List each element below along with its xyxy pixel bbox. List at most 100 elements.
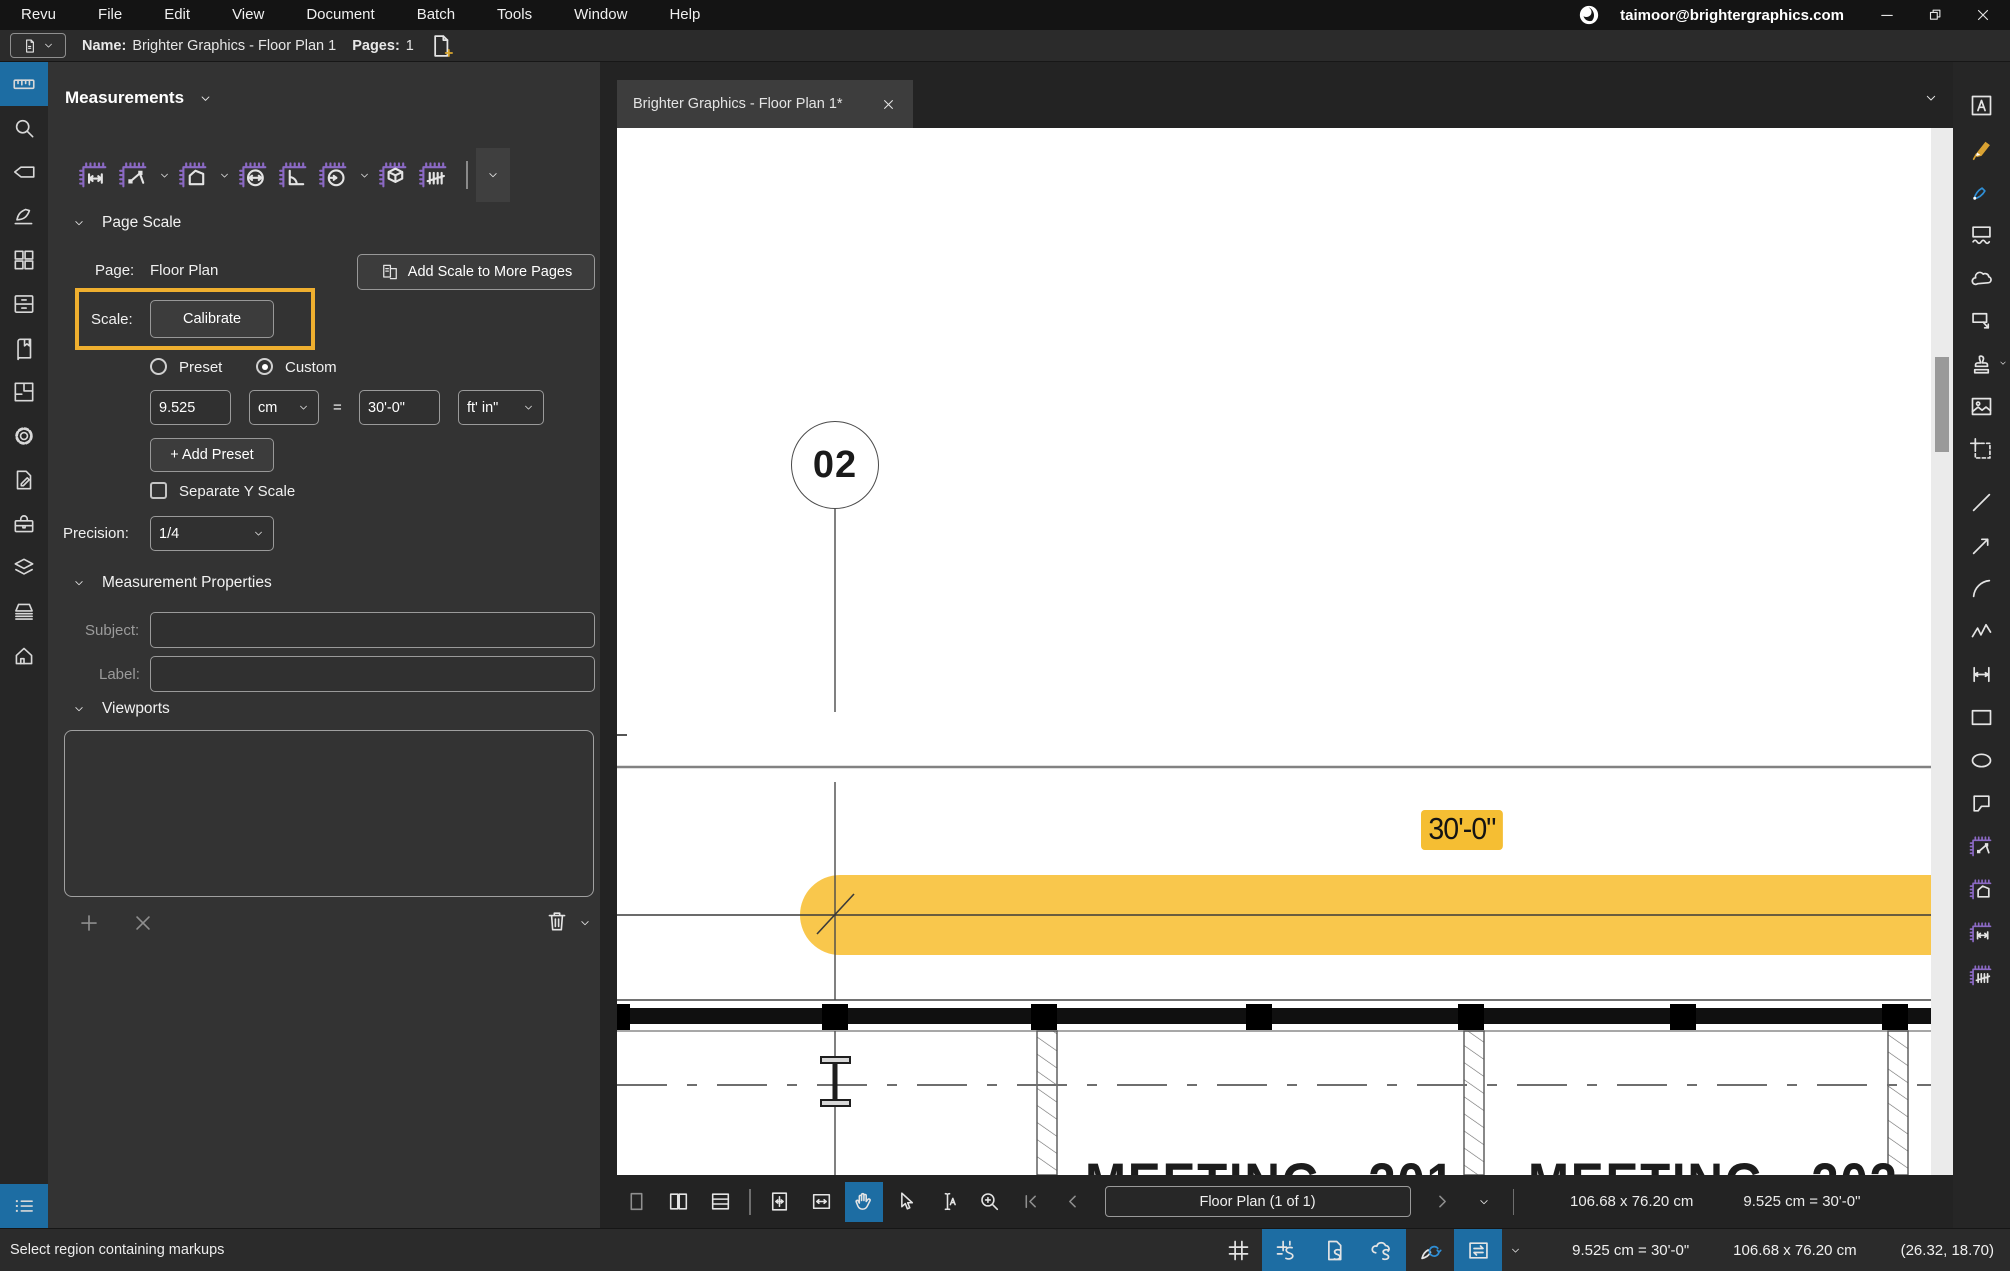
document-tab[interactable]: Brighter Graphics - Floor Plan 1* — [617, 80, 913, 128]
radius-dropdown[interactable] — [354, 155, 374, 195]
angle-tool-button[interactable] — [274, 155, 314, 195]
add-viewport-icon[interactable] — [76, 910, 102, 936]
dimension-tool[interactable] — [1953, 653, 2010, 696]
menu-edit[interactable]: Edit — [143, 0, 211, 30]
line-tool[interactable] — [1953, 481, 2010, 524]
sidebar-item-toolbox[interactable] — [0, 502, 48, 546]
snapshot-tool[interactable] — [1953, 428, 2010, 471]
sidebar-item-thumbnails[interactable] — [0, 238, 48, 282]
perimeter-measure-tool[interactable] — [1953, 825, 2010, 868]
radius-tool-button[interactable] — [314, 155, 354, 195]
diameter-tool-button[interactable] — [234, 155, 274, 195]
previous-page-button[interactable] — [1055, 1182, 1093, 1222]
calibrate-button[interactable]: Calibrate — [150, 300, 274, 338]
callout-tool[interactable] — [1953, 299, 2010, 342]
sidebar-item-bookmarks[interactable] — [0, 326, 48, 370]
sidebar-item-sets[interactable] — [0, 590, 48, 634]
pan-button[interactable] — [845, 1182, 883, 1222]
area-measure-tool[interactable] — [1953, 868, 2010, 911]
label-input[interactable] — [150, 656, 595, 692]
scrollbar-thumb[interactable] — [1935, 357, 1949, 452]
snap-to-grid-toggle[interactable] — [1262, 1229, 1310, 1271]
menu-batch[interactable]: Batch — [396, 0, 476, 30]
sidebar-item-measurements[interactable] — [0, 62, 48, 106]
arc-tool[interactable] — [1953, 567, 2010, 610]
measurement-properties-section-header[interactable]: Measurement Properties — [72, 574, 272, 592]
sidebar-item-search[interactable] — [0, 106, 48, 150]
minimize-button[interactable] — [1878, 6, 1896, 24]
trash-icon[interactable] — [544, 908, 570, 934]
fit-width-button[interactable] — [803, 1182, 841, 1222]
volume-tool-button[interactable] — [374, 155, 414, 195]
viewports-section-header[interactable]: Viewports — [72, 700, 170, 718]
drawing-canvas[interactable]: 02 30'-0" MEETING 201 MEETING 202 — [617, 128, 1931, 1175]
polylength-tool-button[interactable] — [114, 155, 154, 195]
precision-dropdown[interactable]: 1/4 — [150, 516, 274, 551]
arrow-tool[interactable] — [1953, 524, 2010, 567]
polyline-tool[interactable] — [1953, 610, 2010, 653]
document-menu-button[interactable] — [10, 33, 66, 58]
next-page-button[interactable] — [1423, 1182, 1461, 1222]
menu-file[interactable]: File — [77, 0, 143, 30]
sidebar-item-tool-chest[interactable] — [0, 282, 48, 326]
split-view-button[interactable] — [701, 1182, 739, 1222]
count-measure-tool[interactable] — [1953, 954, 2010, 997]
area-tool-button[interactable] — [174, 155, 214, 195]
pen-tool[interactable] — [1953, 170, 2010, 213]
select-text-button[interactable] — [929, 1182, 967, 1222]
account-email[interactable]: taimoor@brightergraphics.com — [1620, 7, 1844, 24]
reuse-markup-tools-toggle[interactable] — [1406, 1229, 1454, 1271]
unit-to-dropdown[interactable]: ft' in" — [458, 390, 544, 425]
add-preset-button[interactable]: + Add Preset — [150, 438, 274, 472]
tab-close-icon[interactable] — [880, 96, 897, 113]
snap-to-document-toggle[interactable] — [1310, 1229, 1358, 1271]
stamp-tool[interactable] — [1953, 342, 2010, 385]
sidebar-item-markup-list-bottom[interactable] — [0, 1184, 48, 1228]
page-field[interactable]: Floor Plan (1 of 1) — [1105, 1186, 1411, 1217]
more-tools-button[interactable] — [476, 148, 510, 202]
scale-to-input[interactable] — [359, 390, 440, 425]
vertical-scrollbar[interactable] — [1931, 128, 1953, 1175]
length-measure-tool[interactable] — [1953, 911, 2010, 954]
viewports-list[interactable] — [64, 730, 594, 897]
cloud-tool[interactable] — [1953, 256, 2010, 299]
menu-document[interactable]: Document — [285, 0, 395, 30]
rectangle-tool[interactable] — [1953, 696, 2010, 739]
zoom-button[interactable] — [971, 1182, 1009, 1222]
page-scale-section-header[interactable]: Page Scale — [72, 214, 181, 232]
status-options-chevron[interactable] — [1502, 1229, 1528, 1271]
grid-toggle[interactable] — [1214, 1229, 1262, 1271]
add-scale-to-more-pages-button[interactable]: Add Scale to More Pages — [357, 254, 595, 290]
dimension-label[interactable]: 30'-0" — [1421, 810, 1503, 850]
single-page-button[interactable] — [617, 1182, 655, 1222]
restore-button[interactable] — [1926, 6, 1944, 24]
snap-to-markups-toggle[interactable] — [1358, 1229, 1406, 1271]
sidebar-item-markup[interactable] — [0, 194, 48, 238]
separate-y-scale-checkbox[interactable] — [150, 482, 167, 499]
ellipse-tool[interactable] — [1953, 739, 2010, 782]
preset-radio[interactable] — [150, 358, 167, 375]
scale-from-input[interactable] — [150, 390, 231, 425]
synchronize-views-toggle[interactable] — [1454, 1229, 1502, 1271]
polygon-tool[interactable] — [1953, 782, 2010, 825]
area-dropdown[interactable] — [214, 155, 234, 195]
trash-chevron-icon[interactable] — [578, 916, 592, 930]
first-page-button[interactable] — [1013, 1182, 1051, 1222]
sidebar-item-tag[interactable] — [0, 150, 48, 194]
subject-input[interactable] — [150, 612, 595, 648]
menu-help[interactable]: Help — [648, 0, 721, 30]
length-tool-button[interactable] — [74, 155, 114, 195]
sidebar-item-properties[interactable] — [0, 414, 48, 458]
sidebar-item-layers[interactable] — [0, 546, 48, 590]
custom-radio[interactable] — [256, 358, 273, 375]
fit-page-button[interactable] — [761, 1182, 799, 1222]
count-tool-button[interactable] — [414, 155, 454, 195]
panel-chevron-icon[interactable] — [198, 91, 213, 106]
add-page-icon[interactable] — [426, 32, 456, 60]
squiggly-callout-tool[interactable] — [1953, 213, 2010, 256]
polylength-dropdown[interactable] — [154, 155, 174, 195]
unit-from-dropdown[interactable]: cm — [249, 390, 319, 425]
image-tool[interactable] — [1953, 385, 2010, 428]
select-button[interactable] — [887, 1182, 925, 1222]
remove-viewport-icon[interactable] — [130, 910, 156, 936]
